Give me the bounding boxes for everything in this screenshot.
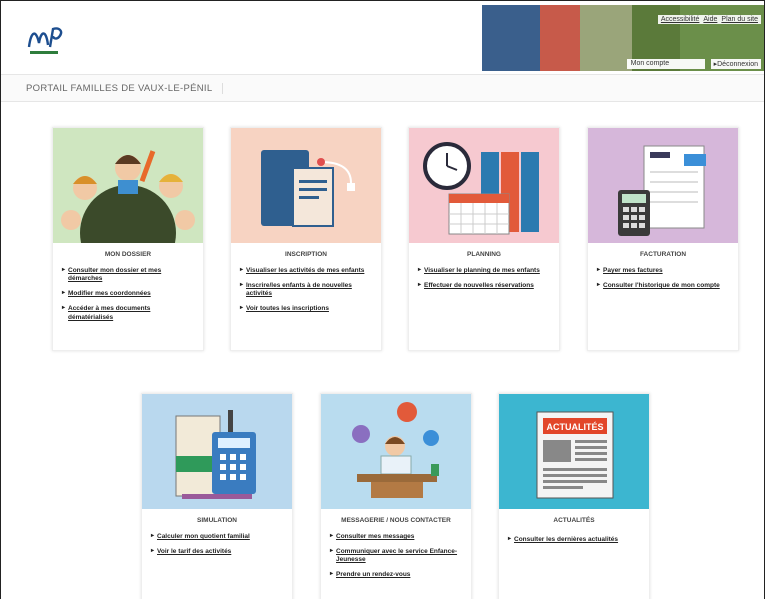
account-links: Mon compte ▸Déconnexion bbox=[626, 59, 761, 69]
link-consulter-messages[interactable]: Consulter mes messages bbox=[330, 533, 465, 541]
planning-illustration[interactable] bbox=[409, 128, 559, 243]
link-dernieres-actualites[interactable]: Consulter les dernières actualités bbox=[508, 536, 643, 544]
link-visualiser-activites[interactable]: Visualiser les activités de mes enfants bbox=[240, 267, 375, 275]
notebook-icon bbox=[261, 150, 355, 227]
link-payer-factures[interactable]: Payer mes factures bbox=[597, 267, 732, 275]
my-account-link[interactable]: Mon compte bbox=[626, 59, 705, 69]
logo[interactable] bbox=[26, 21, 70, 59]
card-title: INSCRIPTION bbox=[285, 251, 327, 258]
link-reservations[interactable]: Effectuer de nouvelles réservations bbox=[418, 282, 553, 290]
card-title: MON DOSSIER bbox=[104, 251, 152, 258]
link-documents[interactable]: Accéder à mes documents dématérialisés bbox=[62, 305, 197, 321]
children-globe-icon bbox=[61, 150, 195, 243]
card-actualites: ACTUALITÉS ACTUALITÉS Consulter les dern… bbox=[498, 393, 650, 599]
dossier-illustration[interactable] bbox=[53, 128, 203, 243]
card-inscription: INSCRIPTION Visualiser les activités de … bbox=[230, 127, 382, 351]
link-communiquer-service[interactable]: Communiquer avec le service Enfance-Jeun… bbox=[330, 548, 465, 564]
page-title: PORTAIL FAMILLES DE VAUX-LE-PÉNIL bbox=[26, 83, 224, 94]
accessibility-link[interactable]: Accessibilité bbox=[661, 16, 700, 23]
header: Accessibilité Aide Plan du site Mon comp… bbox=[1, 1, 764, 73]
link-inscrire-enfants[interactable]: Inscrire/les enfants à de nouvelles acti… bbox=[240, 282, 375, 298]
simulation-illustration[interactable] bbox=[142, 394, 292, 509]
messagerie-illustration[interactable] bbox=[321, 394, 471, 509]
header-banner: Accessibilité Aide Plan du site Mon comp… bbox=[482, 5, 764, 71]
newspaper-icon: ACTUALITÉS bbox=[536, 411, 614, 499]
card-planning: PLANNING Visualiser le planning de mes e… bbox=[408, 127, 560, 351]
card-title: ACTUALITÉS bbox=[553, 517, 595, 524]
link-historique-compte[interactable]: Consulter l'historique de mon compte bbox=[597, 282, 732, 290]
link-consulter-dossier[interactable]: Consulter mon dossier et mes démarches bbox=[62, 267, 197, 283]
actualites-illustration[interactable]: ACTUALITÉS bbox=[499, 394, 649, 509]
utility-links: Accessibilité Aide Plan du site bbox=[657, 15, 761, 24]
card-title: PLANNING bbox=[467, 251, 501, 258]
facturation-illustration[interactable] bbox=[588, 128, 738, 243]
card-title: FACTURATION bbox=[639, 251, 687, 258]
card-title: SIMULATION bbox=[197, 517, 237, 524]
sitemap-link[interactable]: Plan du site bbox=[721, 16, 758, 23]
person-desk-icon bbox=[352, 402, 439, 498]
title-bar: PORTAIL FAMILLES DE VAUX-LE-PÉNIL bbox=[1, 74, 764, 102]
link-visualiser-planning[interactable]: Visualiser le planning de mes enfants bbox=[418, 267, 553, 275]
clock-calendar-icon bbox=[423, 142, 539, 235]
card-facturation: FACTURATION Payer mes factures Consulter… bbox=[587, 127, 739, 351]
card-simulation: SIMULATION Calculer mon quotient familia… bbox=[141, 393, 293, 599]
card-mon-dossier: MON DOSSIER Consulter mon dossier et mes… bbox=[52, 127, 204, 351]
card-title: MESSAGERIE / NOUS CONTACTER bbox=[341, 517, 451, 524]
invoice-calculator-icon bbox=[618, 145, 706, 236]
link-rendez-vous[interactable]: Prendre un rendez-vous bbox=[330, 571, 465, 579]
link-voir-inscriptions[interactable]: Voir toutes les inscriptions bbox=[240, 305, 375, 313]
logout-link[interactable]: ▸Déconnexion bbox=[710, 59, 761, 69]
logout-label: Déconnexion bbox=[717, 61, 758, 68]
inscription-illustration[interactable] bbox=[231, 128, 381, 243]
card-messagerie: MESSAGERIE / NOUS CONTACTER Consulter me… bbox=[320, 393, 472, 599]
calculator-notebook-icon bbox=[175, 410, 256, 499]
link-tarif-activites[interactable]: Voir le tarif des activités bbox=[151, 548, 286, 556]
help-link[interactable]: Aide bbox=[703, 16, 717, 23]
newspaper-headline: ACTUALITÉS bbox=[547, 422, 604, 432]
page: Accessibilité Aide Plan du site Mon comp… bbox=[0, 0, 765, 599]
link-quotient-familial[interactable]: Calculer mon quotient familial bbox=[151, 533, 286, 541]
link-modifier-coordonnees[interactable]: Modifier mes coordonnées bbox=[62, 290, 197, 298]
